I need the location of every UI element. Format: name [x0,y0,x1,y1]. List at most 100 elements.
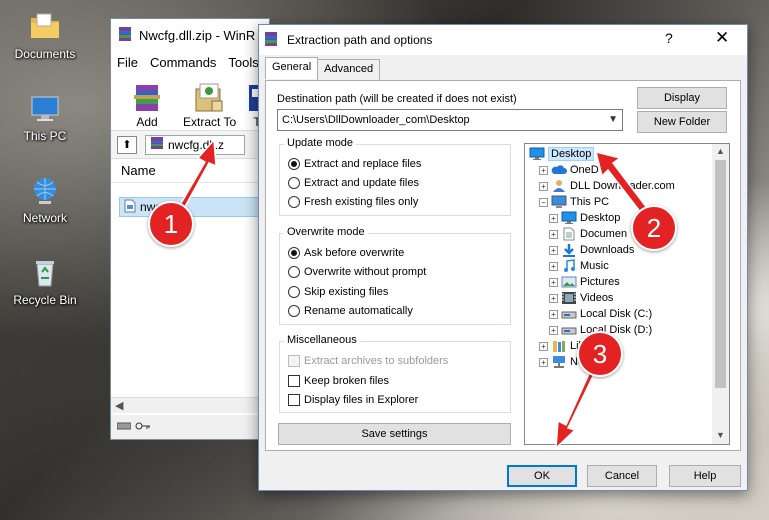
archive-path-field[interactable]: nwcfg.dll.z [145,134,245,155]
tree-node[interactable]: + Music [549,258,609,274]
horizontal-scrollbar[interactable]: ◀ [111,397,269,413]
archive-path-text: nwcfg.dll.z [168,137,225,152]
menu-tools[interactable]: Tools [228,55,258,70]
desktop-icon-documents[interactable]: Documents [5,10,85,61]
tree-node[interactable]: + Local Disk (C:) [549,306,652,322]
radio-icon[interactable] [288,247,300,259]
tree-node[interactable]: + Videos [549,290,613,306]
desktop-icon-label: Network [22,211,67,225]
scroll-left-icon[interactable]: ◀ [115,399,123,412]
desktop-icon-network[interactable]: Network [5,174,85,225]
scroll-thumb[interactable] [715,160,726,388]
display-button[interactable]: Display [637,87,727,109]
column-header-name[interactable]: Name [111,159,269,183]
tree-node-label: Desktop [548,147,595,161]
tree-vertical-scrollbar[interactable]: ▲ ▼ [712,144,729,444]
tree-node[interactable]: + Pictures [549,274,620,290]
help-icon[interactable]: ? [665,30,673,46]
radio-skip-existing[interactable]: Skip existing files [288,286,388,298]
drive-icon [561,307,577,321]
tree-node-label: Music [580,260,609,272]
option-label: Extract archives to subfolders [304,355,449,367]
new-folder-button[interactable]: New Folder [637,111,727,133]
tab-general[interactable]: General [265,57,319,79]
extract-to-button[interactable]: Extract To [183,73,237,130]
radio-overwrite-without-prompt[interactable]: Overwrite without prompt [288,266,426,278]
collapse-icon[interactable]: − [539,197,548,207]
tree-node-label: DLL Downloader.com [570,180,675,192]
radio-fresh-existing[interactable]: Fresh existing files only [288,196,418,208]
option-label: Overwrite without prompt [304,266,427,278]
menu-file[interactable]: File [117,55,138,70]
menu-commands[interactable]: Commands [150,55,216,70]
radio-extract-update[interactable]: Extract and update files [288,177,419,189]
checkbox-icon [288,355,300,367]
dialog-titlebar[interactable]: Extraction path and options ? ✕ [259,25,747,55]
step-badge-1: 1 [148,201,194,247]
expand-icon[interactable]: + [549,325,558,335]
expand-icon[interactable]: + [549,229,558,239]
radio-icon[interactable] [288,177,300,189]
scroll-down-icon[interactable]: ▼ [716,430,725,440]
ok-button[interactable]: OK [507,465,577,487]
chevron-down-icon[interactable]: ▼ [608,114,618,125]
add-button[interactable]: Add [121,73,173,130]
desktop-icon-this-pc[interactable]: This PC [5,92,85,143]
desktop-icon-label: Recycle Bin [13,293,77,307]
radio-rename-automatically[interactable]: Rename automatically [288,305,413,317]
step-badge-3: 3 [577,331,623,377]
file-row-selected[interactable]: nwcfg.dll [119,197,269,217]
checkbox-icon[interactable] [288,394,300,406]
tab-advanced[interactable]: Advanced [317,59,381,81]
expand-icon[interactable]: + [549,261,558,271]
radio-icon[interactable] [288,286,300,298]
expand-icon[interactable]: + [549,309,558,319]
expand-icon[interactable]: + [539,165,548,175]
radio-extract-replace[interactable]: Extract and replace files [288,158,421,170]
tree-node[interactable]: Desktop [529,146,595,162]
check-display-in-explorer[interactable]: Display files in Explorer [288,394,418,406]
expand-icon[interactable]: + [549,245,558,255]
expand-icon[interactable]: + [539,357,548,367]
radio-icon[interactable] [288,266,300,278]
radio-icon[interactable] [288,305,300,317]
help-button[interactable]: Help [669,465,741,487]
expand-icon[interactable]: + [539,181,548,191]
up-folder-button[interactable]: ⬆ [117,135,137,154]
drive-icon [561,323,577,337]
extract-to-icon [192,81,226,113]
destination-path-combobox[interactable]: C:\Users\DllDownloader_com\Desktop ▼ [277,109,623,131]
expand-icon[interactable]: + [539,341,548,351]
extract-to-label: Extract To [183,115,237,129]
option-label: Ask before overwrite [304,247,405,259]
computer-icon [551,195,567,209]
desktop-icon-recycle-bin[interactable]: Recycle Bin [5,256,85,307]
tree-node[interactable]: + Documen [549,226,627,242]
radio-ask-before-overwrite[interactable]: Ask before overwrite [288,247,404,259]
tree-node[interactable]: + Desktop [549,210,620,226]
save-settings-button[interactable]: Save settings [278,423,511,445]
miscellaneous-title: Miscellaneous [284,334,360,346]
expand-icon[interactable]: + [549,213,558,223]
tree-node[interactable]: + Downloads [549,242,634,258]
winrar-titlebar[interactable]: Nwcfg.dll.zip - WinR [111,19,269,51]
close-icon[interactable]: ✕ [715,28,729,48]
cancel-button[interactable]: Cancel [587,465,657,487]
tree-node[interactable]: + DLL Downloader.com [539,178,675,194]
checkbox-icon[interactable] [288,375,300,387]
dialog-tabs: General Advanced [265,57,381,81]
tree-node[interactable]: − This PC [539,194,609,210]
tree-node[interactable]: + OneD [539,162,599,178]
scroll-up-icon[interactable]: ▲ [716,146,725,156]
expand-icon[interactable]: + [549,277,558,287]
radio-icon[interactable] [288,158,300,170]
expand-icon[interactable]: + [549,293,558,303]
desktop-icon-label: This PC [23,129,67,143]
radio-icon[interactable] [288,196,300,208]
folder-tree[interactable]: Desktop + OneD + DLL Downloader.com − This PC +… [524,143,730,445]
recycle-bin-icon [28,256,62,290]
network-icon [551,355,567,369]
check-keep-broken-files[interactable]: Keep broken files [288,375,389,387]
winrar-menubar: File Commands Tools [111,51,269,73]
option-label: Extract and update files [304,177,419,189]
